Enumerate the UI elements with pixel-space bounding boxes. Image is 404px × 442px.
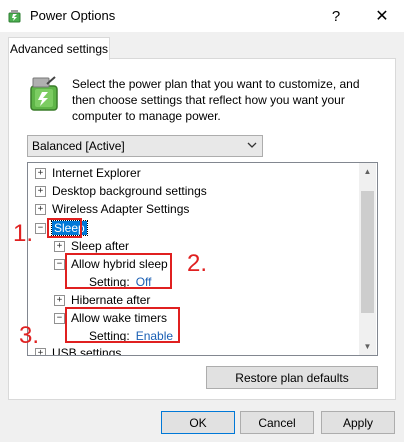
restore-label: Restore plan defaults — [235, 370, 349, 385]
setting-row-wake-timers: Setting: Enable — [89, 327, 173, 345]
description-text: Select the power plan that you want to c… — [72, 77, 360, 123]
power-plan-icon — [30, 76, 58, 111]
setting-value-link[interactable]: Off — [136, 275, 152, 289]
restore-plan-defaults-button[interactable]: Restore plan defaults — [206, 366, 378, 389]
help-button[interactable]: ? — [318, 0, 354, 32]
expand-icon[interactable]: + — [54, 240, 65, 252]
scroll-up-icon[interactable]: ▲ — [359, 163, 376, 180]
tree-item-allow-wake-timers[interactable]: − Allow wake timers — [54, 309, 167, 327]
tree-item-sleep-after[interactable]: + Sleep after — [54, 237, 129, 255]
tree-item-label: Desktop background settings — [52, 184, 207, 198]
tree-item-label: Allow hybrid sleep — [71, 257, 168, 271]
expand-icon[interactable]: + — [54, 294, 65, 306]
scrollbar-thumb[interactable] — [361, 191, 374, 313]
setting-row-hybrid-sleep: Setting: Off — [89, 273, 152, 291]
cancel-label: Cancel — [258, 415, 296, 430]
chevron-down-icon — [247, 142, 257, 148]
expand-icon[interactable]: + — [35, 167, 46, 179]
tree-item-allow-hybrid-sleep[interactable]: − Allow hybrid sleep — [54, 255, 168, 273]
tree-item-sleep[interactable]: − Sleep — [35, 219, 88, 237]
close-icon: ✕ — [375, 8, 389, 25]
tree-item-hibernate-after[interactable]: + Hibernate after — [54, 291, 150, 309]
tree-item-label: Hibernate after — [71, 293, 151, 307]
setting-label: Setting: — [89, 275, 130, 289]
ok-label: OK — [189, 415, 207, 430]
scroll-down-icon[interactable]: ▼ — [359, 338, 376, 355]
window-title: Power Options — [30, 8, 116, 23]
collapse-icon[interactable]: − — [54, 258, 65, 270]
annotation-number-1: 1. — [13, 220, 34, 247]
tree-scrollbar[interactable]: ▲ ▼ — [359, 163, 376, 355]
apply-button[interactable]: Apply — [321, 411, 395, 434]
help-icon: ? — [331, 7, 341, 25]
tree-item-label: USB settings — [52, 346, 122, 356]
tree-item-label: Allow wake timers — [71, 311, 168, 325]
setting-value-link[interactable]: Enable — [136, 329, 173, 343]
power-plan-dropdown[interactable]: Balanced [Active] — [27, 135, 263, 157]
tree-item-label: Sleep after — [71, 239, 130, 253]
tree-item-label: Wireless Adapter Settings — [52, 202, 190, 216]
tree-item-wireless-adapter[interactable]: + Wireless Adapter Settings — [35, 200, 189, 218]
expand-icon[interactable]: + — [35, 185, 46, 197]
dropdown-selected-value: Balanced [Active] — [32, 139, 125, 153]
title-bar: Power Options ? ✕ — [0, 0, 404, 32]
ok-button[interactable]: OK — [161, 411, 235, 434]
apply-label: Apply — [342, 415, 374, 430]
collapse-icon[interactable]: − — [35, 222, 46, 234]
annotation-number-3: 3. — [19, 322, 40, 349]
tree-item-usb-settings[interactable]: + USB settings — [35, 344, 122, 356]
expand-icon[interactable]: + — [35, 203, 46, 215]
power-options-icon — [8, 10, 21, 23]
tree-item-desktop-background[interactable]: + Desktop background settings — [35, 182, 207, 200]
tree-item-label: Internet Explorer — [52, 166, 141, 180]
setting-label: Setting: — [89, 329, 130, 343]
tab-label: Advanced settings — [9, 42, 109, 56]
tree-item-label: Sleep — [51, 220, 88, 236]
collapse-icon[interactable]: − — [54, 312, 65, 324]
annotation-number-2: 2. — [187, 250, 208, 277]
close-button[interactable]: ✕ — [362, 0, 402, 32]
cancel-button[interactable]: Cancel — [240, 411, 314, 434]
tab-advanced-settings[interactable]: Advanced settings — [8, 37, 110, 60]
tree-item-internet-explorer[interactable]: + Internet Explorer — [35, 164, 141, 182]
